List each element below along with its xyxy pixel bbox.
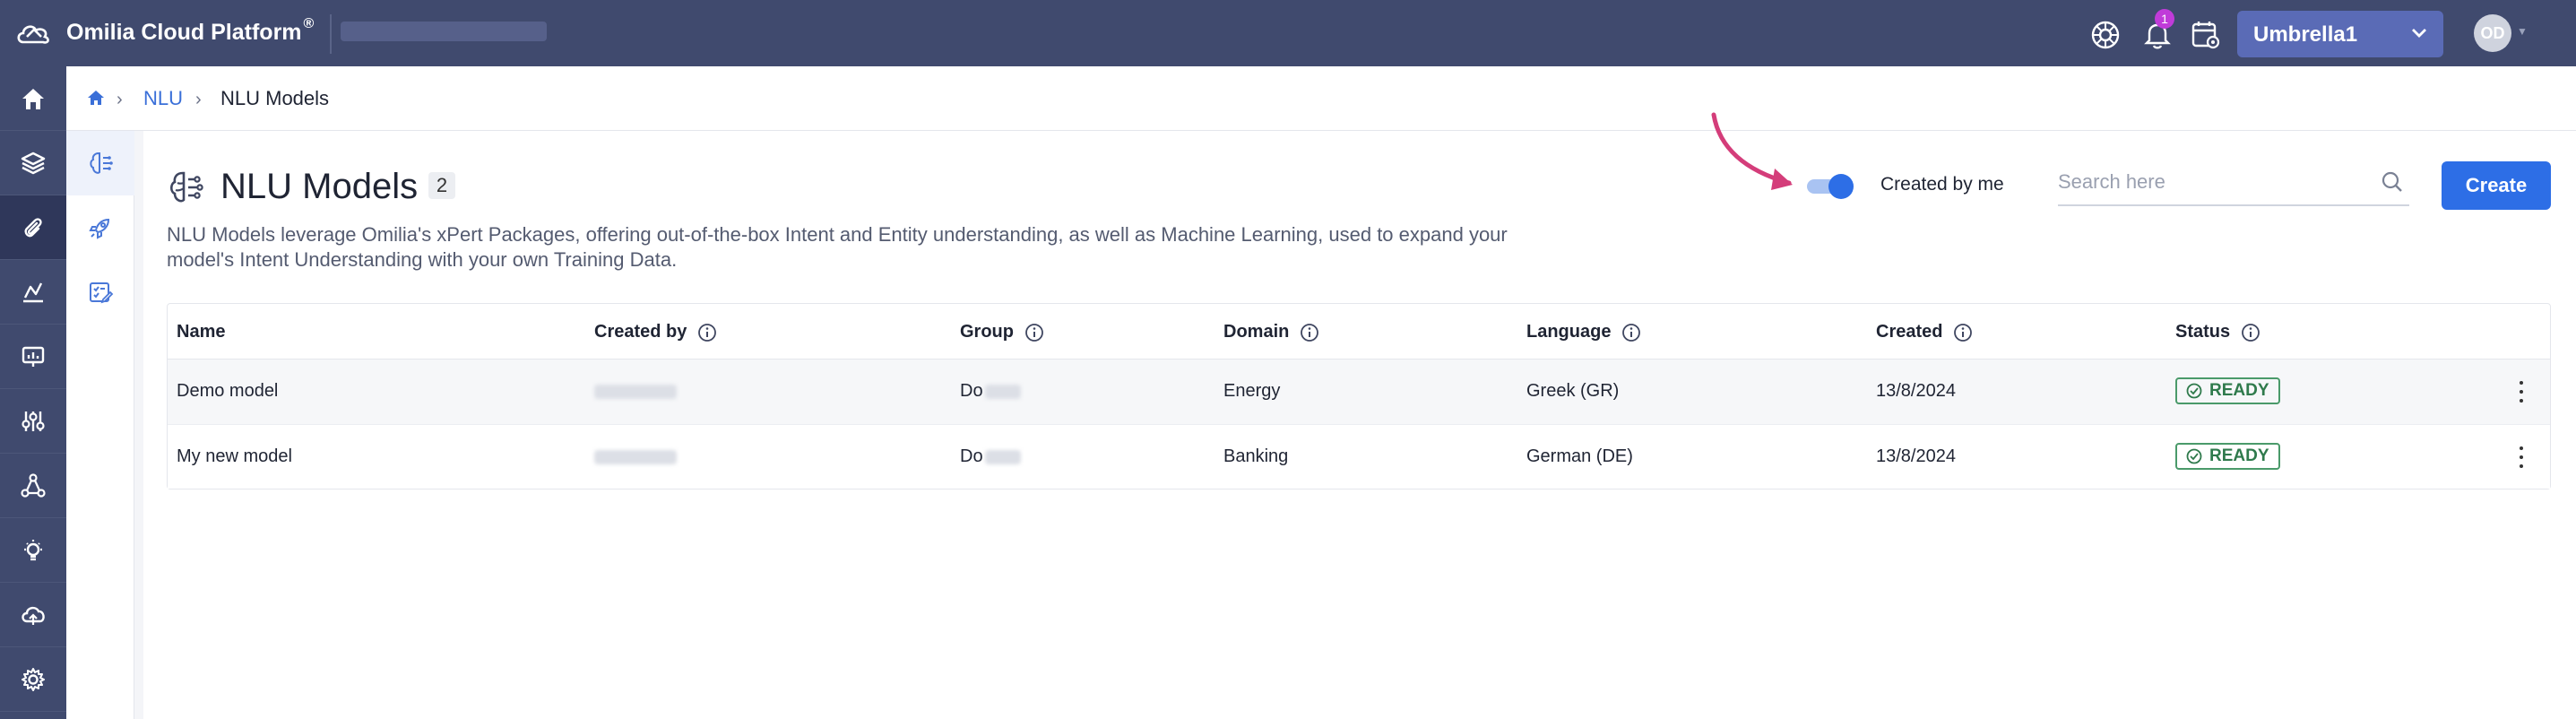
paperclip-icon (24, 217, 42, 237)
models-count-badge: 2 (428, 172, 455, 199)
subnav-deployments[interactable] (66, 195, 134, 260)
subnav-testing[interactable] (66, 260, 134, 325)
user-avatar[interactable]: OD (2474, 14, 2511, 52)
column-header-created[interactable]: Created (1876, 322, 1973, 342)
search-box (2058, 161, 2409, 206)
toggle-knob (1828, 174, 1854, 199)
nav-home[interactable] (0, 66, 66, 131)
status-badge: READY (2175, 377, 2280, 404)
calendar-settings-icon[interactable] (2191, 20, 2221, 50)
breadcrumb-nlu-link[interactable]: NLU (143, 87, 183, 110)
table-row[interactable]: Demo model Do Energy Greek (GR) 13/8/202… (168, 360, 2550, 424)
row-actions-kebab-icon[interactable] (2512, 443, 2530, 472)
created-by-me-toggle[interactable] (1807, 174, 1854, 199)
cell-domain: Banking (1223, 446, 1289, 466)
help-wheel-icon[interactable] (2090, 20, 2121, 50)
header-divider (330, 14, 332, 54)
page-description: NLU Models leverage Omilia's xPert Packa… (167, 223, 1508, 271)
cell-name[interactable]: My new model (177, 446, 292, 467)
top-bar: Omilia Cloud Platform ® 1 Umbrella1 OD ▼ (0, 0, 2576, 66)
lightbulb-icon (24, 539, 42, 560)
info-icon[interactable] (1024, 323, 1044, 342)
brand-title[interactable]: Omilia Cloud Platform ® (66, 16, 314, 46)
cell-created-by-redacted (594, 446, 677, 467)
cell-created-by-redacted (594, 381, 677, 402)
layers-icon (21, 152, 46, 174)
avatar-caret-icon[interactable]: ▼ (2517, 25, 2528, 38)
cell-group: Do (960, 381, 1021, 402)
omilia-cloud-logo-icon[interactable] (14, 19, 54, 48)
breadcrumb-home-icon[interactable] (86, 88, 106, 108)
breadcrumb: › NLU › NLU Models (66, 66, 2576, 131)
cell-created: 13/8/2024 (1876, 446, 1956, 466)
create-button[interactable]: Create (2442, 161, 2551, 210)
column-header-created-by[interactable]: Created by (594, 322, 717, 342)
breadcrumb-current: NLU Models (220, 87, 330, 109)
sliders-icon (22, 411, 45, 431)
nav-layers[interactable] (0, 131, 66, 195)
nav-insights[interactable] (0, 518, 66, 583)
nav-settings-sliders[interactable] (0, 389, 66, 454)
brain-circuit-icon (169, 171, 203, 203)
page-title: NLU Models (220, 167, 419, 206)
column-header-name[interactable]: Name (177, 322, 225, 342)
table-header: Name Created by Group Domain Language Cr… (168, 304, 2550, 360)
check-circle-icon (2186, 448, 2202, 464)
breadcrumb-separator-icon: › (117, 90, 123, 109)
status-badge: READY (2175, 443, 2280, 470)
nlu-models-table: Name Created by Group Domain Language Cr… (167, 303, 2551, 489)
column-header-status[interactable]: Status (2175, 322, 2260, 342)
info-icon[interactable] (1300, 323, 1319, 342)
presentation-chart-icon (22, 346, 45, 367)
annotation-arrow-icon (1711, 112, 1793, 190)
info-icon[interactable] (1621, 323, 1641, 342)
notification-count-badge: 1 (2155, 9, 2174, 29)
nav-analytics[interactable] (0, 260, 66, 325)
main-navigation-rail (0, 66, 66, 719)
info-icon[interactable] (697, 323, 717, 342)
cell-created: 13/8/2024 (1876, 381, 1956, 401)
network-nodes-icon (21, 472, 46, 498)
search-input[interactable] (2058, 169, 2363, 195)
cloud-upload-icon (22, 606, 45, 625)
cell-language: German (DE) (1526, 446, 1633, 466)
cell-name[interactable]: Demo model (177, 381, 278, 402)
info-icon[interactable] (1953, 323, 1973, 342)
created-by-me-label: Created by me (1880, 174, 2004, 195)
row-actions-kebab-icon[interactable] (2512, 377, 2530, 406)
cell-group: Do (960, 446, 1021, 467)
brain-circuit-icon (90, 152, 113, 174)
tenant-selector[interactable]: Umbrella1 (2237, 11, 2443, 57)
column-header-language[interactable]: Language (1526, 322, 1641, 342)
analytics-icon (23, 282, 43, 302)
redacted-header-field (341, 22, 547, 41)
chevron-down-icon (2412, 29, 2426, 38)
nav-settings[interactable] (0, 647, 66, 712)
nav-cloud[interactable] (0, 583, 66, 647)
nav-nlu[interactable] (0, 195, 66, 260)
gear-icon (22, 667, 45, 691)
check-circle-icon (2186, 383, 2202, 399)
checklist-edit-icon (90, 282, 114, 304)
nav-reports[interactable] (0, 325, 66, 389)
subnav-nlu-models[interactable] (66, 131, 134, 195)
nav-network[interactable] (0, 454, 66, 518)
cell-language: Greek (GR) (1526, 381, 1620, 401)
home-icon (22, 88, 44, 109)
info-icon[interactable] (2241, 323, 2260, 342)
rocket-icon (89, 218, 110, 239)
content-gutter (134, 131, 143, 719)
cell-domain: Energy (1223, 381, 1281, 401)
search-icon[interactable] (2381, 170, 2404, 194)
breadcrumb-separator-icon: › (195, 90, 202, 109)
column-header-domain[interactable]: Domain (1223, 322, 1319, 342)
column-header-group[interactable]: Group (960, 322, 1044, 342)
nlu-sub-navigation (66, 131, 134, 719)
table-row[interactable]: My new model Do Banking German (DE) 13/8… (168, 424, 2550, 489)
